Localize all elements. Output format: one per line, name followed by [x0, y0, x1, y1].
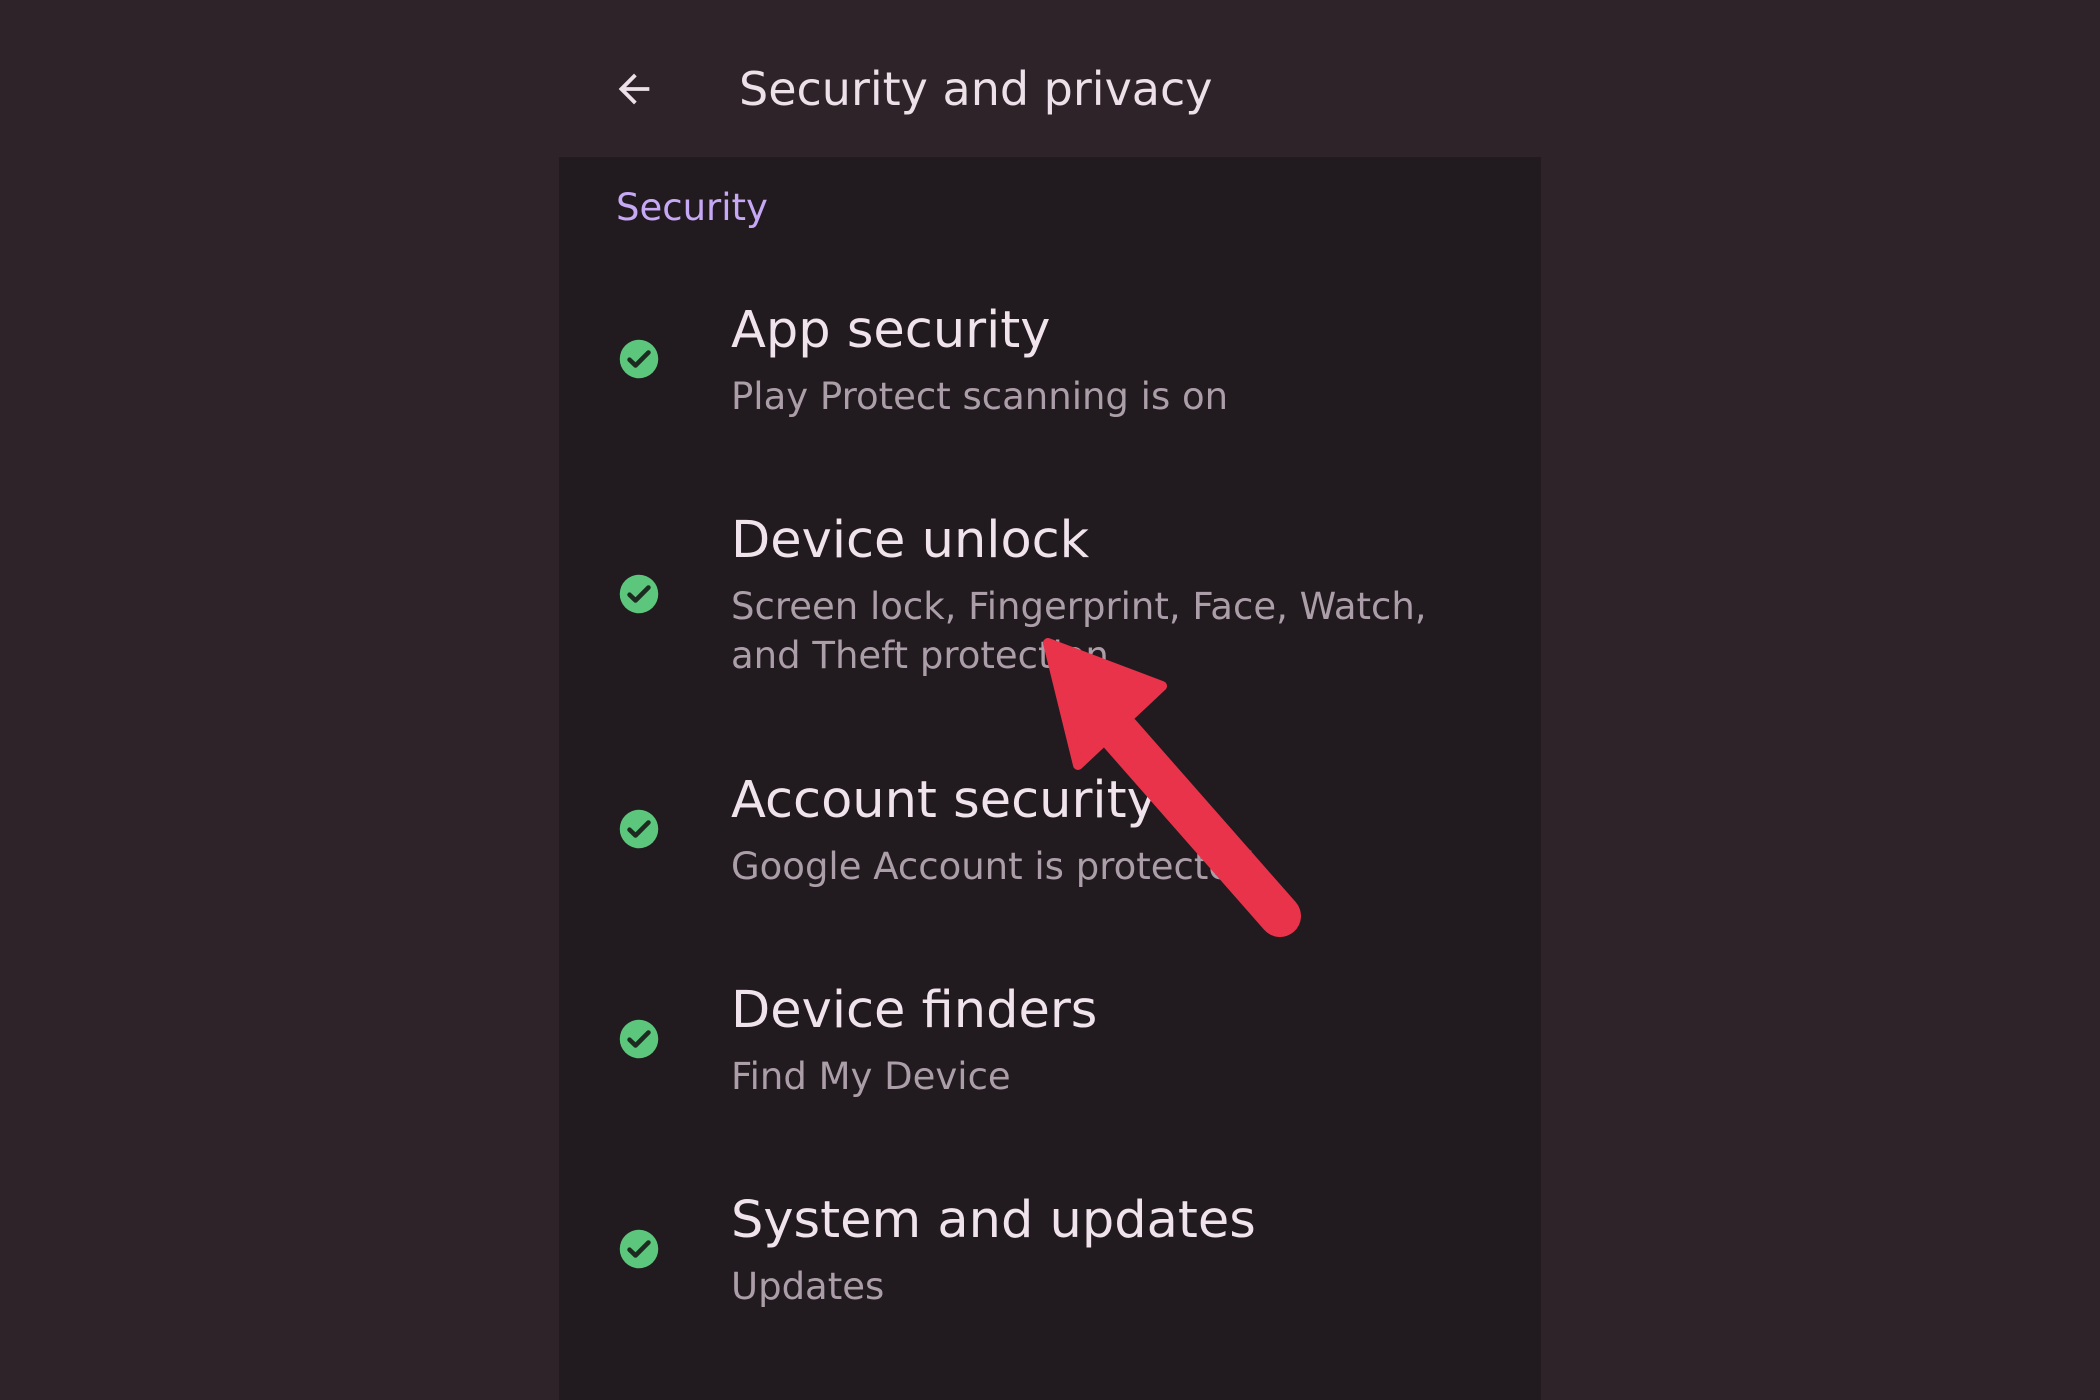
- arrow-left-icon: [618, 73, 650, 105]
- settings-screen: Security and privacy Security App securi…: [559, 0, 1541, 1400]
- item-title: App security: [731, 301, 1051, 360]
- item-title: Device finders: [731, 981, 1098, 1040]
- item-title: Account security: [731, 771, 1157, 830]
- page-title: Security and privacy: [739, 62, 1213, 116]
- section-header-security: Security: [616, 186, 768, 229]
- check-circle-icon: [618, 573, 660, 615]
- list-item-system-and-updates[interactable]: System and updates Updates: [559, 1180, 1541, 1330]
- list-item-app-security[interactable]: App security Play Protect scanning is on: [559, 290, 1541, 440]
- item-subtitle: Screen lock, Fingerprint, Face, Watch, a…: [731, 585, 1427, 677]
- check-circle-icon: [618, 338, 660, 380]
- item-subtitle: Play Protect scanning is on: [731, 375, 1229, 418]
- app-bar: Security and privacy: [559, 0, 1541, 157]
- list-item-device-unlock[interactable]: Device unlock Screen lock, Fingerprint, …: [559, 500, 1541, 690]
- check-circle-icon: [618, 808, 660, 850]
- screenshot-stage: Security and privacy Security App securi…: [0, 0, 2100, 1400]
- back-button[interactable]: [599, 49, 669, 129]
- item-subtitle: Find My Device: [731, 1055, 1011, 1098]
- list-item-account-security[interactable]: Account security Google Account is prote…: [559, 760, 1541, 910]
- check-circle-icon: [618, 1228, 660, 1270]
- check-circle-icon: [618, 1018, 660, 1060]
- item-title: System and updates: [731, 1191, 1256, 1250]
- item-subtitle: Updates: [731, 1265, 885, 1308]
- item-subtitle: Google Account is protected: [731, 845, 1255, 888]
- item-title: Device unlock: [731, 511, 1090, 570]
- list-item-device-finders[interactable]: Device finders Find My Device: [559, 970, 1541, 1120]
